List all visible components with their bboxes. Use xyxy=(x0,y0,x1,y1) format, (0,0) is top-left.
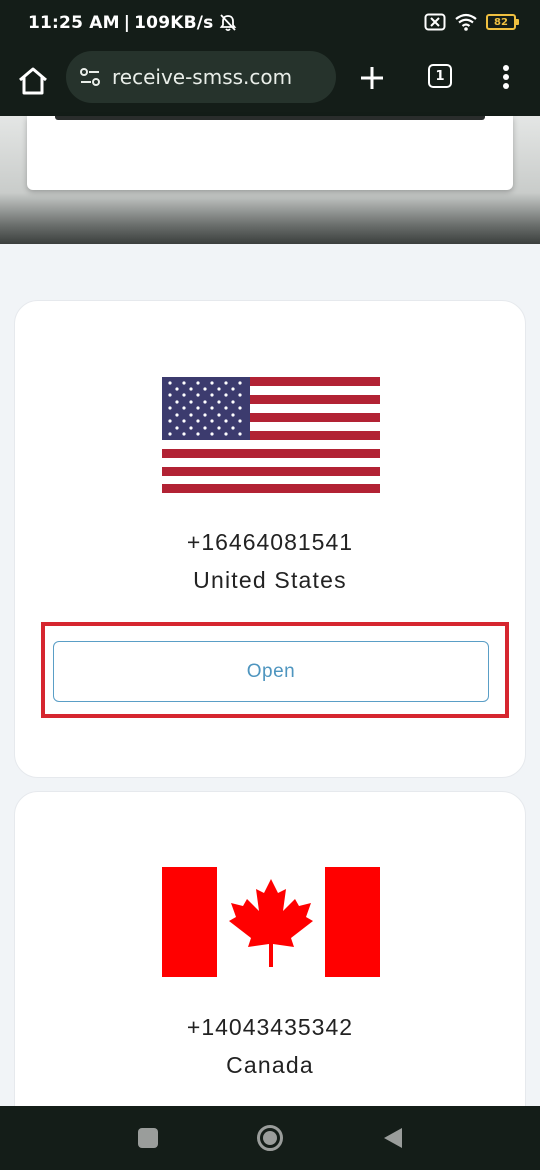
top-banner xyxy=(0,116,540,244)
site-settings-icon[interactable] xyxy=(78,65,102,89)
battery-level: 82 xyxy=(494,16,508,28)
banner-card xyxy=(27,116,513,190)
sim-x-icon xyxy=(424,13,446,31)
country-name: United States xyxy=(193,567,347,593)
url-text[interactable]: receive-smss.com xyxy=(112,65,292,89)
recents-square-icon[interactable] xyxy=(138,1128,158,1148)
more-menu-icon[interactable] xyxy=(498,64,514,90)
phone-number: +14043435342 xyxy=(186,1014,354,1040)
banner-card-bar xyxy=(55,116,485,120)
new-tab-plus-icon[interactable] xyxy=(358,64,386,92)
home-circle-icon[interactable] xyxy=(256,1124,284,1152)
phone-number: +16464081541 xyxy=(186,529,354,555)
status-right: 82 xyxy=(424,12,519,32)
mute-bell-icon xyxy=(219,14,236,32)
us-flag xyxy=(162,377,380,493)
status-left: 11:25 AM | 109KB/s xyxy=(28,13,238,33)
home-icon[interactable] xyxy=(16,64,50,98)
status-separator: | xyxy=(123,13,131,33)
battery-icon: 82 xyxy=(486,14,519,30)
country-name: Canada xyxy=(226,1052,314,1078)
url-bar[interactable]: receive-smss.com xyxy=(66,51,336,103)
tab-switcher-icon[interactable]: 1 xyxy=(428,64,452,88)
back-triangle-icon[interactable] xyxy=(382,1126,404,1150)
open-button[interactable]: Open xyxy=(53,641,489,702)
number-card-canada: +14043435342 Canada xyxy=(14,791,526,1131)
status-bar: 11:25 AM | 109KB/s 82 xyxy=(0,0,540,48)
number-card-us: +16464081541 United States Open xyxy=(14,300,526,778)
status-time: 11:25 AM xyxy=(28,13,120,33)
status-speed: 109KB/s xyxy=(134,13,214,33)
tab-count: 1 xyxy=(435,68,445,84)
canada-flag xyxy=(162,867,380,977)
wifi-icon xyxy=(455,13,477,31)
browser-toolbar: receive-smss.com 1 xyxy=(0,48,540,116)
navigation-bar xyxy=(0,1106,540,1170)
